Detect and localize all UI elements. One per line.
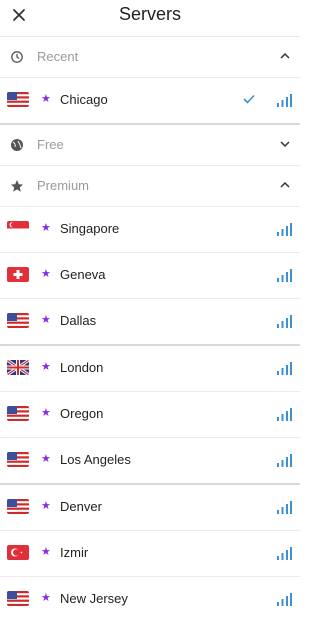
signal-strength-icon bbox=[277, 408, 292, 421]
us-flag-icon bbox=[7, 406, 29, 421]
server-row-new-jersey[interactable]: ★ New Jersey bbox=[0, 577, 300, 622]
us-flag-icon bbox=[7, 591, 29, 606]
section-label-recent: Recent bbox=[37, 49, 79, 64]
server-city: Los Angeles bbox=[60, 452, 131, 467]
server-city: London bbox=[60, 360, 104, 375]
signal-strength-icon bbox=[277, 223, 292, 236]
premium-star-icon: ★ bbox=[41, 268, 51, 280]
server-city: Denver bbox=[60, 499, 102, 514]
us-flag-icon bbox=[7, 499, 29, 514]
server-city: Geneva bbox=[60, 267, 106, 282]
server-row-los-angeles[interactable]: ★ Los Angeles bbox=[0, 438, 300, 485]
premium-star-icon: ★ bbox=[41, 314, 51, 326]
star-icon bbox=[11, 180, 23, 192]
premium-star-icon: ★ bbox=[41, 500, 51, 512]
premium-star-icon: ★ bbox=[41, 93, 51, 105]
section-label-free: Free bbox=[37, 137, 64, 152]
history-icon bbox=[11, 51, 23, 63]
section-label-premium: Premium bbox=[37, 178, 90, 193]
checkmark-icon bbox=[243, 94, 255, 104]
us-flag-icon bbox=[7, 92, 29, 107]
signal-strength-icon bbox=[277, 593, 292, 606]
server-row-denver[interactable]: ★ Denver bbox=[0, 485, 300, 531]
premium-star-icon: ★ bbox=[41, 222, 51, 234]
signal-strength-icon bbox=[277, 315, 292, 328]
server-row-dallas[interactable]: ★ Dallas bbox=[0, 299, 300, 346]
signal-strength-icon bbox=[277, 362, 292, 375]
top-bar: Servers bbox=[0, 0, 300, 37]
section-premium[interactable]: Premium bbox=[0, 166, 300, 207]
switzerland-flag-icon bbox=[7, 267, 29, 282]
chevron-up-icon[interactable] bbox=[280, 181, 290, 189]
signal-strength-icon bbox=[277, 547, 292, 560]
premium-star-icon: ★ bbox=[41, 361, 51, 373]
server-city: Chicago bbox=[60, 92, 108, 107]
chevron-up-icon[interactable] bbox=[280, 52, 290, 60]
singapore-flag-icon bbox=[7, 221, 29, 236]
page-title: Servers bbox=[118, 4, 181, 24]
premium-star-icon: ★ bbox=[41, 453, 51, 465]
globe-icon bbox=[11, 139, 23, 151]
us-flag-icon bbox=[7, 313, 29, 328]
server-row-geneva[interactable]: ★ Geneva bbox=[0, 253, 300, 299]
uk-flag-icon bbox=[7, 360, 29, 375]
server-row-oregon[interactable]: ★ Oregon bbox=[0, 392, 300, 438]
server-row-singapore[interactable]: ★ Singapore bbox=[0, 207, 300, 253]
server-row-london[interactable]: ★ London bbox=[0, 346, 300, 392]
premium-star-icon: ★ bbox=[41, 592, 51, 604]
turkey-flag-icon bbox=[7, 545, 29, 560]
premium-star-icon: ★ bbox=[41, 546, 51, 558]
signal-strength-icon bbox=[277, 501, 292, 514]
server-row-chicago[interactable]: ★ Chicago bbox=[0, 78, 300, 125]
server-city: Oregon bbox=[60, 406, 104, 421]
server-city: Singapore bbox=[60, 221, 120, 236]
section-recent[interactable]: Recent bbox=[0, 37, 300, 78]
server-row-izmir[interactable]: ★ Izmir bbox=[0, 531, 300, 577]
server-city: Dallas bbox=[60, 313, 97, 328]
server-city: Izmir bbox=[60, 545, 89, 560]
signal-strength-icon bbox=[277, 94, 292, 107]
server-city: New Jersey bbox=[60, 591, 128, 606]
signal-strength-icon bbox=[277, 454, 292, 467]
premium-star-icon: ★ bbox=[41, 407, 51, 419]
chevron-down-icon[interactable] bbox=[280, 140, 290, 148]
us-flag-icon bbox=[7, 452, 29, 467]
section-free[interactable]: Free bbox=[0, 125, 300, 166]
signal-strength-icon bbox=[277, 269, 292, 282]
